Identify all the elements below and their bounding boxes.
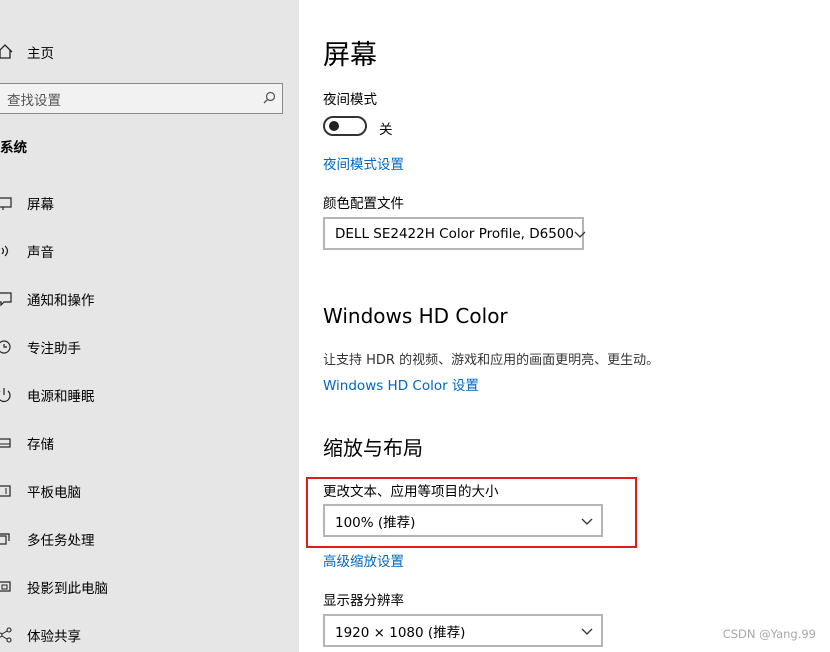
moon-icon (0, 339, 14, 355)
resolution-value: 1920 × 1080 (推荐) (335, 624, 466, 641)
sidebar-item-home[interactable]: 主页 (0, 38, 299, 66)
advanced-scaling-link[interactable]: 高级缩放设置 (323, 550, 404, 570)
monitor-icon (0, 195, 14, 211)
annotation-highlight-box (306, 477, 637, 548)
main-panel: 屏幕 夜间模式 关 夜间模式设置 颜色配置文件 DELL SE2422H Col… (299, 0, 830, 652)
sidebar-item-storage[interactable]: 存储 (0, 427, 299, 459)
sidebar-item-notifications[interactable]: 通知和操作 (0, 283, 299, 315)
multitask-icon (0, 531, 14, 547)
watermark: CSDN @Yang.99 (722, 627, 816, 641)
chevron-down-icon (581, 621, 593, 640)
night-light-state: 关 (379, 122, 393, 138)
storage-icon (0, 435, 14, 451)
sidebar-item-label: 专注助手 (27, 341, 81, 357)
sidebar-item-display[interactable]: 屏幕 (0, 187, 299, 219)
sidebar-item-label: 电源和睡眠 (27, 389, 95, 405)
night-light-label: 夜间模式 (323, 92, 377, 108)
sidebar: 主页 查找设置 系统 屏幕 声音 通知和操作 专注助手 电源和睡眠 存储 平板电… (0, 0, 299, 652)
sidebar-item-label: 平板电脑 (27, 485, 81, 501)
toggle-knob (329, 121, 339, 131)
scale-layout-heading: 缩放与布局 (323, 436, 423, 460)
color-profile-label: 颜色配置文件 (323, 196, 404, 212)
sidebar-item-label: 多任务处理 (27, 533, 95, 549)
sidebar-item-label: 声音 (27, 245, 54, 261)
search-input[interactable]: 查找设置 (7, 89, 61, 109)
chevron-down-icon (574, 224, 586, 243)
color-profile-value: DELL SE2422H Color Profile, D6500 (335, 225, 575, 242)
sidebar-item-shared-experiences[interactable]: 体验共享 (0, 619, 299, 651)
sidebar-item-multitasking[interactable]: 多任务处理 (0, 523, 299, 555)
home-icon (0, 44, 14, 60)
sidebar-item-label: 通知和操作 (27, 293, 95, 309)
hd-color-description: 让支持 HDR 的视频、游戏和应用的画面更明亮、更生动。 (323, 353, 660, 368)
power-icon (0, 387, 14, 403)
sidebar-item-label: 投影到此电脑 (27, 581, 108, 597)
share-icon (0, 627, 14, 643)
sidebar-item-sound[interactable]: 声音 (0, 235, 299, 267)
search-box[interactable]: 查找设置 (0, 83, 283, 114)
sidebar-item-label: 存储 (27, 437, 54, 453)
hd-color-settings-link[interactable]: Windows HD Color 设置 (323, 374, 479, 394)
night-light-toggle[interactable] (323, 116, 367, 136)
sidebar-item-project[interactable]: 投影到此电脑 (0, 571, 299, 603)
page-title: 屏幕 (323, 40, 377, 71)
hd-color-heading: Windows HD Color (323, 304, 508, 328)
night-light-settings-link[interactable]: 夜间模式设置 (323, 153, 404, 173)
resolution-dropdown[interactable]: 1920 × 1080 (推荐) (323, 614, 603, 647)
notification-icon (0, 291, 14, 307)
sidebar-item-focus-assist[interactable]: 专注助手 (0, 331, 299, 363)
sidebar-section-title: 系统 (0, 140, 27, 156)
color-profile-dropdown[interactable]: DELL SE2422H Color Profile, D6500 (323, 217, 586, 250)
project-icon (0, 579, 14, 595)
sidebar-item-label: 体验共享 (27, 629, 81, 645)
search-icon[interactable] (263, 89, 276, 108)
speaker-icon (0, 243, 14, 259)
sidebar-item-power[interactable]: 电源和睡眠 (0, 379, 299, 411)
sidebar-item-tablet[interactable]: 平板电脑 (0, 475, 299, 507)
resolution-label: 显示器分辨率 (323, 593, 404, 609)
settings-window: 主页 查找设置 系统 屏幕 声音 通知和操作 专注助手 电源和睡眠 存储 平板电… (0, 0, 830, 652)
sidebar-item-label: 屏幕 (27, 197, 54, 213)
sidebar-item-label: 主页 (27, 46, 54, 62)
tablet-icon (0, 483, 14, 499)
